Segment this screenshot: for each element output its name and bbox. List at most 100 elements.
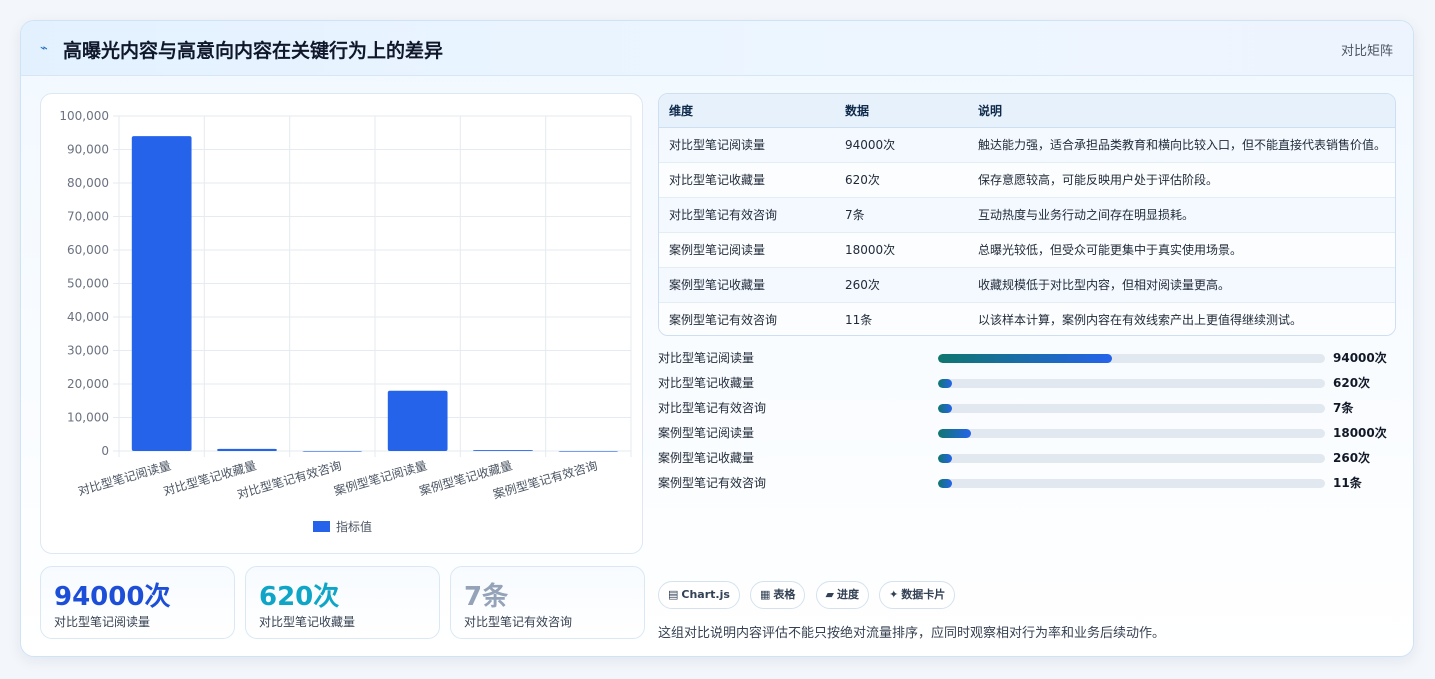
y-tick-label: 70,000	[67, 210, 109, 224]
progress-value: 7条	[1333, 401, 1354, 415]
y-tick-label: 40,000	[67, 310, 109, 324]
card-icon: ✦	[889, 588, 899, 601]
stat-value: 620次	[259, 582, 340, 612]
chart-bar	[131, 136, 192, 451]
y-tick-label: 30,000	[67, 344, 109, 358]
y-tick-label: 50,000	[67, 277, 109, 291]
progress-label: 对比型笔记有效咨询	[658, 401, 767, 415]
stat-label: 对比型笔记阅读量	[54, 615, 151, 629]
y-tick-label: 20,000	[67, 377, 109, 391]
trend-icon: ⌁	[40, 41, 48, 56]
legend-swatch	[313, 521, 330, 532]
progress-value: 260次	[1333, 451, 1371, 465]
table-cell: 11条	[845, 313, 873, 328]
chart-bar	[217, 448, 277, 451]
card-title: 高曝光内容与高意向内容在关键行为上的差异	[63, 40, 444, 62]
stat-card: 94000次 对比型笔记阅读量	[40, 566, 235, 639]
chip-label: Chart.js	[681, 588, 730, 601]
chip-row: ▤ Chart.js ▦ 表格 ▰ 进度 ✦ 数据卡片	[658, 581, 960, 609]
progress-row: 案例型笔记有效咨询 11条	[658, 471, 1396, 496]
progress-label: 案例型笔记有效咨询	[658, 476, 767, 490]
chip-label: 表格	[773, 588, 796, 601]
progress-label: 案例型笔记收藏量	[658, 451, 755, 465]
table-row: 对比型笔记阅读量 94000次 触达能力强，适合承担品类教育和横向比较入口，但不…	[659, 127, 1395, 162]
bar-chart: 0 10,000 20,000 30,000 40,000 50,000 60,000 70,…	[40, 93, 643, 554]
table-cell: 案例型笔记阅读量	[669, 243, 766, 257]
progress-track	[938, 429, 1325, 438]
progress-track	[938, 404, 1325, 413]
chart-icon: ▤	[668, 588, 679, 601]
header-tag: 对比矩阵	[1340, 44, 1393, 59]
progress-row: 对比型笔记有效咨询 7条	[658, 396, 1396, 421]
chart-bar	[302, 450, 363, 452]
stat-label: 对比型笔记收藏量	[259, 615, 356, 629]
table-icon: ▦	[760, 588, 771, 601]
table-cell: 以该样本计算，案例内容在有效线索产出上更值得继续测试。	[978, 313, 1303, 328]
progress-fill	[938, 479, 952, 488]
stat-card: 7条 对比型笔记有效咨询	[450, 566, 645, 639]
card-header: ⌁ 高曝光内容与高意向内容在关键行为上的差异 对比矩阵	[21, 21, 1413, 76]
stat-label: 对比型笔记有效咨询	[464, 615, 573, 629]
bar-chart-svg: 0 10,000 20,000 30,000 40,000 50,000 60,000 70,…	[59, 109, 632, 534]
chip-label: 进度	[836, 588, 859, 601]
legend-label: 指标值	[336, 519, 372, 534]
chart-bar	[387, 390, 448, 451]
chip-data-card[interactable]: ✦ 数据卡片	[879, 581, 956, 609]
y-tick-label: 90,000	[67, 143, 109, 157]
progress-value: 94000次	[1333, 351, 1387, 365]
progress-row: 对比型笔记收藏量 620次	[658, 371, 1396, 396]
progress-list: 对比型笔记阅读量 94000次 对比型笔记收藏量 620次 对比型笔记有效咨询 …	[658, 346, 1396, 496]
y-tick-label: 60,000	[67, 243, 109, 257]
progress-label: 对比型笔记阅读量	[658, 351, 755, 365]
comparison-card: ⌁ 高曝光内容与高意向内容在关键行为上的差异 对比矩阵 0 10,000 20,00…	[20, 20, 1414, 657]
table-row: 案例型笔记阅读量 18000次 总曝光较低，但受众可能更集中于真实使用场景。	[659, 232, 1395, 267]
column-header: 维度	[659, 94, 835, 128]
progress-icon: ▰	[825, 588, 834, 601]
y-tick-label: 10,000	[67, 411, 109, 425]
table-cell: 案例型笔记有效咨询	[669, 313, 778, 328]
table-cell: 触达能力强，适合承担品类教育和横向比较入口，但不能直接代表销售价值。	[978, 138, 1387, 152]
stat-card: 620次 对比型笔记收藏量	[245, 566, 440, 639]
table-row: 案例型笔记有效咨询 11条 以该样本计算，案例内容在有效线索产出上更值得继续测试…	[659, 302, 1395, 335]
table-cell: 总曝光较低，但受众可能更集中于真实使用场景。	[978, 243, 1243, 257]
progress-value: 18000次	[1333, 426, 1387, 440]
chip-chartjs[interactable]: ▤ Chart.js	[658, 581, 740, 609]
table-cell: 收藏规模低于对比型内容，但相对阅读量更高。	[978, 278, 1231, 292]
table-cell: 94000次	[845, 138, 896, 152]
progress-fill	[938, 354, 1113, 363]
table-header-row: 维度 数据 说明	[659, 94, 1395, 128]
progress-fill	[938, 379, 952, 388]
chip-label: 数据卡片	[901, 588, 946, 601]
progress-label: 案例型笔记阅读量	[658, 426, 755, 440]
footnote: 这组对比说明内容评估不能只按绝对流量排序，应同时观察相对行为率和业务后续动作。	[658, 626, 1166, 641]
progress-row: 案例型笔记阅读量 18000次	[658, 421, 1396, 446]
y-tick-label: 0	[101, 444, 109, 458]
table-cell: 620次	[845, 173, 880, 187]
progress-fill	[938, 429, 971, 438]
data-table: 维度 数据 说明 对比型笔记阅读量 94000次 触达能力强，适合承担品类教育和…	[658, 93, 1396, 336]
table-cell: 260次	[845, 278, 880, 292]
y-tick-label: 100,000	[59, 109, 109, 123]
progress-row: 对比型笔记阅读量 94000次	[658, 346, 1396, 371]
progress-track	[938, 454, 1325, 463]
table-row: 对比型笔记有效咨询 7条 互动热度与业务行动之间存在明显损耗。	[659, 197, 1395, 232]
progress-fill	[938, 454, 952, 463]
chart-bar	[558, 450, 619, 452]
chip-table[interactable]: ▦ 表格	[750, 581, 806, 609]
chip-progress[interactable]: ▰ 进度	[815, 581, 869, 609]
column-header: 说明	[968, 94, 1395, 128]
progress-track	[938, 479, 1325, 488]
chart-bar	[473, 450, 533, 451]
progress-track	[938, 379, 1325, 388]
progress-value: 620次	[1333, 376, 1371, 390]
progress-value: 11条	[1333, 476, 1362, 490]
x-tick-label: 对比型笔记阅读量	[76, 457, 172, 498]
progress-fill	[938, 404, 952, 413]
table-row: 对比型笔记收藏量 620次 保存意愿较高，可能反映用户处于评估阶段。	[659, 162, 1395, 197]
stat-value: 94000次	[54, 582, 171, 612]
table-cell: 互动热度与业务行动之间存在明显损耗。	[978, 208, 1195, 222]
table-cell: 对比型笔记有效咨询	[669, 208, 778, 222]
table-cell: 对比型笔记阅读量	[669, 138, 766, 152]
table-cell: 保存意愿较高，可能反映用户处于评估阶段。	[978, 173, 1219, 187]
progress-label: 对比型笔记收藏量	[658, 376, 755, 390]
